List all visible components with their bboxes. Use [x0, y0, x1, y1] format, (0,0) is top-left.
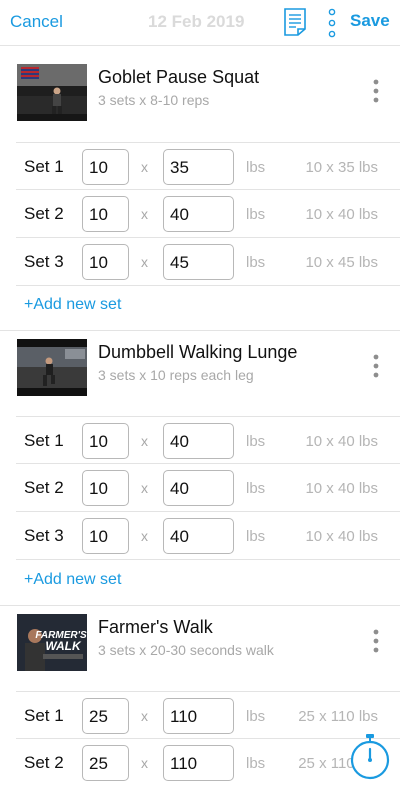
reps-input[interactable]: 10 — [82, 149, 129, 185]
set-label: Set 1 — [24, 431, 64, 450]
more-vertical-icon[interactable] — [370, 353, 382, 379]
stopwatch-icon[interactable] — [346, 733, 394, 781]
times-symbol: x — [141, 755, 148, 771]
unit-label: lbs — [246, 755, 266, 772]
notes-icon[interactable] — [283, 7, 307, 37]
set-summary: 10 x 45 lbs — [305, 254, 378, 271]
exercise-prescription: 3 sets x 10 reps each leg — [98, 367, 254, 383]
unit-label: lbs — [246, 433, 266, 450]
set-summary: 10 x 40 lbs — [305, 528, 378, 545]
weight-input[interactable]: 110 — [163, 745, 234, 781]
set-summary: 10 x 35 lbs — [305, 159, 378, 176]
set-label: Set 1 — [24, 706, 64, 725]
unit-label: lbs — [246, 480, 266, 497]
reps-input[interactable]: 10 — [82, 423, 129, 459]
times-symbol: x — [141, 480, 148, 496]
set-row: Set 2 10 x 40 lbs 10 x 40 lbs — [16, 464, 400, 512]
set-summary: 10 x 40 lbs — [305, 480, 378, 497]
exercise-prescription: 3 sets x 20-30 seconds walk — [98, 642, 274, 658]
unit-label: lbs — [246, 708, 266, 725]
times-symbol: x — [141, 254, 148, 270]
exercise-header[interactable]: FARMER'S WALK Farmer's Walk 3 sets x 20-… — [0, 596, 400, 676]
set-label: Set 3 — [24, 526, 64, 545]
weight-input[interactable]: 110 — [163, 698, 234, 734]
set-row: Set 3 10 x 45 lbs 10 x 45 lbs — [16, 238, 400, 286]
set-label: Set 1 — [24, 157, 64, 176]
set-summary: 10 x 40 lbs — [305, 206, 378, 223]
exercise-name: Goblet Pause Squat — [98, 67, 260, 87]
exercise-thumbnail[interactable]: FARMER'S WALK — [17, 614, 87, 671]
reps-input[interactable]: 10 — [82, 244, 129, 280]
set-summary: 25 x 110 lbs — [298, 708, 378, 725]
workout-date: 12 Feb 2019 — [148, 12, 245, 31]
reps-input[interactable]: 25 — [82, 698, 129, 734]
weight-input[interactable]: 40 — [163, 196, 234, 232]
exercise-name: Dumbbell Walking Lunge — [98, 342, 298, 362]
weight-input[interactable]: 40 — [163, 423, 234, 459]
set-summary: 10 x 40 lbs — [305, 433, 378, 450]
set-row: Set 2 10 x 40 lbs 10 x 40 lbs — [16, 190, 400, 238]
svg-text:WALK: WALK — [45, 639, 82, 653]
set-label: Set 2 — [24, 753, 64, 772]
times-symbol: x — [141, 206, 148, 222]
exercise-header[interactable]: Dumbbell Walking Lunge 3 sets x 10 reps … — [0, 321, 400, 401]
set-row: Set 1 10 x 35 lbs 10 x 35 lbs — [16, 142, 400, 190]
set-label: Set 2 — [24, 478, 64, 497]
exercise-thumbnail[interactable] — [17, 339, 87, 396]
exercise-header[interactable]: Goblet Pause Squat 3 sets x 8-10 reps — [0, 46, 400, 126]
times-symbol: x — [141, 159, 148, 175]
exercise-prescription: 3 sets x 8-10 reps — [98, 92, 210, 108]
weight-input[interactable]: 35 — [163, 149, 234, 185]
exercise-name: Farmer's Walk — [98, 617, 213, 637]
exercise-thumbnail[interactable] — [17, 64, 87, 121]
weight-input[interactable]: 45 — [163, 244, 234, 280]
set-row: Set 2 25 x 110 lbs 25 x 110 lbs — [16, 739, 400, 786]
more-vertical-icon[interactable] — [326, 8, 338, 38]
cancel-button[interactable]: Cancel — [10, 12, 63, 32]
top-bar: Cancel 12 Feb 2019 Save — [0, 0, 400, 46]
unit-label: lbs — [246, 528, 266, 545]
times-symbol: x — [141, 528, 148, 544]
weight-input[interactable]: 40 — [163, 518, 234, 554]
set-row: Set 3 10 x 40 lbs 10 x 40 lbs — [16, 512, 400, 560]
unit-label: lbs — [246, 254, 266, 271]
weight-input[interactable]: 40 — [163, 470, 234, 506]
unit-label: lbs — [246, 159, 266, 176]
reps-input[interactable]: 10 — [82, 470, 129, 506]
set-label: Set 3 — [24, 252, 64, 271]
set-row: Set 1 10 x 40 lbs 10 x 40 lbs — [16, 416, 400, 464]
set-label: Set 2 — [24, 204, 64, 223]
unit-label: lbs — [246, 206, 266, 223]
times-symbol: x — [141, 433, 148, 449]
times-symbol: x — [141, 708, 148, 724]
add-set-button[interactable]: +Add new set — [24, 571, 121, 589]
more-vertical-icon[interactable] — [370, 628, 382, 654]
more-vertical-icon[interactable] — [370, 78, 382, 104]
set-row: Set 1 25 x 110 lbs 25 x 110 lbs — [16, 691, 400, 739]
reps-input[interactable]: 10 — [82, 518, 129, 554]
save-button[interactable]: Save — [350, 11, 390, 31]
reps-input[interactable]: 25 — [82, 745, 129, 781]
reps-input[interactable]: 10 — [82, 196, 129, 232]
add-set-button[interactable]: +Add new set — [24, 296, 121, 314]
